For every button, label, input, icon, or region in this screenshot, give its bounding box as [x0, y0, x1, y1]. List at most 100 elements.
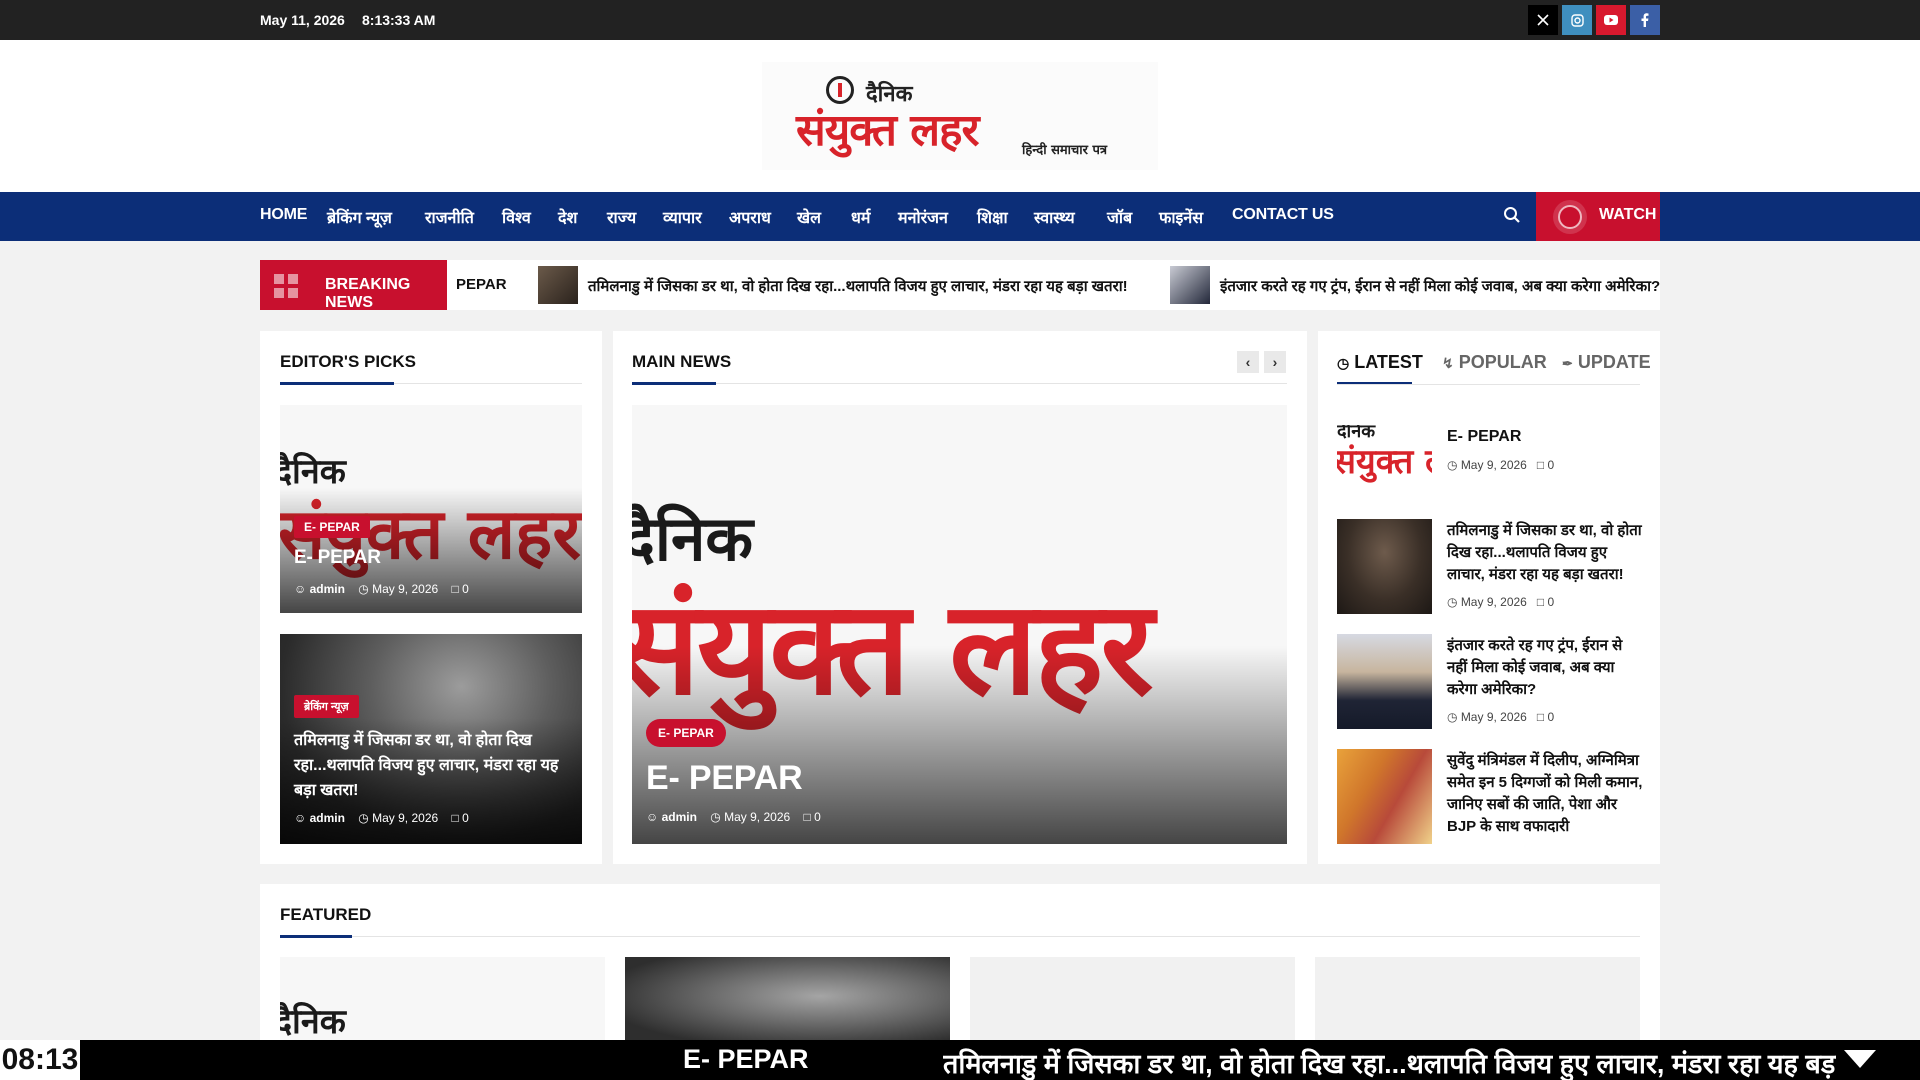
author-name[interactable]: admin [310, 582, 345, 596]
nav-item-world[interactable]: विश्व [502, 206, 531, 228]
main-nav: HOME ब्रेकिंग न्यूज़ राजनीति विश्व देश र… [0, 192, 1920, 241]
nav-item-state[interactable]: राज्य [607, 206, 636, 228]
search-icon[interactable] [1503, 206, 1523, 226]
tab-label: LATEST [1354, 352, 1423, 372]
main-news-panel: MAIN NEWS ‹ › दैनिक संयुक्त लहर E- PEPAR… [613, 331, 1307, 864]
nav-item-finance[interactable]: फाइनेंस [1159, 206, 1203, 228]
breaking-thumb [538, 266, 578, 304]
featured-card[interactable] [970, 957, 1295, 1044]
breaking-item[interactable]: तमिलनाडु में जिसका डर था, वो होता दिख रह… [588, 276, 1128, 296]
list-meta: ◷ May 9, 2026 □ 0 [1447, 710, 1555, 724]
section-title: EDITOR'S PICKS [280, 352, 416, 371]
list-thumb [1337, 749, 1432, 844]
post-date: May 9, 2026 [372, 582, 439, 596]
featured-card[interactable]: दैनिक [280, 957, 605, 1044]
nav-item-health[interactable]: स्वास्थ्य [1034, 206, 1075, 228]
breaking-news-label-box: BREAKING NEWS [260, 260, 447, 310]
youtube-icon[interactable] [1596, 5, 1626, 35]
ticker-item[interactable]: E- PEPAR [683, 1044, 809, 1075]
user-icon: ☺ [294, 811, 307, 825]
card-image [970, 957, 1295, 1044]
list-title[interactable]: तमिलनाडु में जिसका डर था, वो होता दिख रह… [1447, 520, 1645, 586]
nav-item-entertainment[interactable]: मनोरंजन [898, 206, 948, 228]
nav-item-country[interactable]: देश [558, 206, 577, 228]
list-title[interactable]: इंतजार करते रह गए ट्रंप, ईरान से नहीं मि… [1447, 635, 1645, 701]
tab-label: POPULAR [1458, 352, 1547, 372]
card-title[interactable]: E- PEPAR [294, 547, 381, 569]
main-news-card[interactable]: दैनिक संयुक्त लहर E- PEPAR E- PEPAR ☺ ad… [632, 405, 1287, 844]
author-name[interactable]: admin [310, 811, 345, 825]
site-logo[interactable]: दैनिक संयुक्त लहर हिन्दी समाचार पत्र [762, 62, 1158, 170]
ticker-item[interactable]: तमिलनाडु में जिसका डर था, वो होता दिख रह… [943, 1044, 1836, 1080]
section-underline [632, 382, 716, 385]
comment-count[interactable]: 0 [1547, 595, 1554, 609]
card-meta: ☺ admin ◷ May 9, 2026 □ 0 [294, 582, 469, 596]
author-name[interactable]: admin [662, 810, 697, 824]
comment-count[interactable]: 0 [462, 582, 469, 596]
category-badge[interactable]: E- PEPAR [294, 516, 370, 538]
comment-count[interactable]: 0 [814, 810, 821, 824]
grid-icon [274, 274, 298, 298]
nav-item-crime[interactable]: अपराध [729, 206, 771, 228]
prev-slide-button[interactable]: ‹ [1237, 351, 1259, 373]
comment-icon: □ [803, 810, 811, 824]
post-date: May 9, 2026 [724, 810, 791, 824]
category-badge[interactable]: E- PEPAR [646, 719, 726, 747]
list-meta: ◷ May 9, 2026 □ 0 [1447, 595, 1555, 609]
section-title: FEATURED [280, 905, 372, 924]
pen-icon: ✒ [1562, 356, 1573, 371]
nav-item-breaking[interactable]: ब्रेकिंग न्यूज़ [327, 206, 392, 228]
top-bar: May 11, 2026 8:13:33 AM [0, 0, 1920, 40]
list-thumb: दैनिक संयुक्त लहर [1337, 425, 1432, 483]
breaking-news-label: BREAKING NEWS [325, 276, 411, 310]
x-icon[interactable] [1528, 5, 1558, 35]
clock-icon: ◷ [358, 582, 369, 596]
post-date: May 9, 2026 [372, 811, 439, 825]
clock-icon: ◷ [1337, 355, 1350, 371]
card-title[interactable]: E- PEPAR [646, 759, 803, 798]
logo-line2: संयुक्त लहर [796, 105, 979, 156]
list-title[interactable]: सुवेंदु मंत्रिमंडल में दिलीप, अग्निमित्र… [1447, 750, 1645, 838]
list-title[interactable]: E- PEPAR [1447, 426, 1637, 448]
nav-item-education[interactable]: शिक्षा [977, 206, 1008, 228]
chevron-down-icon[interactable] [1844, 1050, 1876, 1068]
watch-button[interactable]: WATCH [1536, 192, 1660, 241]
clock-icon: ◷ [358, 811, 369, 825]
logo-tagline: हिन्दी समाचार पत्र [1022, 143, 1108, 158]
breaking-item[interactable]: PEPAR [456, 276, 507, 293]
card-meta: ☺ admin ◷ May 9, 2026 □ 0 [646, 810, 821, 824]
list-meta: ◷ May 9, 2026 □ 0 [1447, 458, 1555, 472]
section-divider [280, 936, 1640, 937]
nav-item-religion[interactable]: धर्म [851, 206, 870, 228]
featured-card[interactable] [625, 957, 950, 1044]
comment-count[interactable]: 0 [1547, 710, 1554, 724]
facebook-icon[interactable] [1630, 5, 1660, 35]
current-time: 8:13:33 AM [362, 12, 436, 28]
bottom-ticker: 08:13 E- PEPAR तमिलनाडु में जिसका डर था,… [0, 1040, 1920, 1080]
post-date: May 9, 2026 [1460, 458, 1527, 472]
editors-card[interactable]: ब्रेकिंग न्यूज़ तमिलनाडु में जिसका डर था… [280, 634, 582, 844]
comment-count[interactable]: 0 [462, 811, 469, 825]
tab-latest[interactable]: ◷ LATEST [1337, 352, 1423, 373]
instagram-icon[interactable] [1562, 5, 1592, 35]
list-thumb [1337, 519, 1432, 614]
comment-count[interactable]: 0 [1547, 458, 1554, 472]
nav-item-contact[interactable]: CONTACT US [1232, 206, 1334, 224]
nav-item-home[interactable]: HOME [260, 206, 307, 224]
tab-update[interactable]: ✒ UPDATE [1562, 352, 1651, 373]
nav-item-business[interactable]: व्यापार [663, 206, 702, 228]
card-title[interactable]: तमिलनाडु में जिसका डर था, वो होता दिख रह… [294, 728, 564, 803]
nav-item-sports[interactable]: खेल [797, 206, 821, 228]
card-meta: ☺ admin ◷ May 9, 2026 □ 0 [294, 811, 469, 825]
featured-card[interactable] [1315, 957, 1640, 1044]
category-badge[interactable]: ब्रेकिंग न्यूज़ [294, 695, 359, 718]
tab-label: UPDATE [1577, 352, 1651, 372]
nav-item-politics[interactable]: राजनीति [425, 206, 474, 228]
tab-popular[interactable]: ↯ POPULAR [1442, 352, 1547, 373]
section-underline [280, 935, 352, 938]
next-slide-button[interactable]: › [1264, 351, 1286, 373]
image-text: दैनिक [280, 1002, 346, 1042]
breaking-item[interactable]: इंतजार करते रह गए ट्रंप, ईरान से नहीं मि… [1220, 276, 1660, 296]
nav-item-jobs[interactable]: जॉब [1107, 206, 1132, 228]
editors-card[interactable]: दैनिक संयुक्त लहर E- PEPAR E- PEPAR ☺ ad… [280, 405, 582, 613]
